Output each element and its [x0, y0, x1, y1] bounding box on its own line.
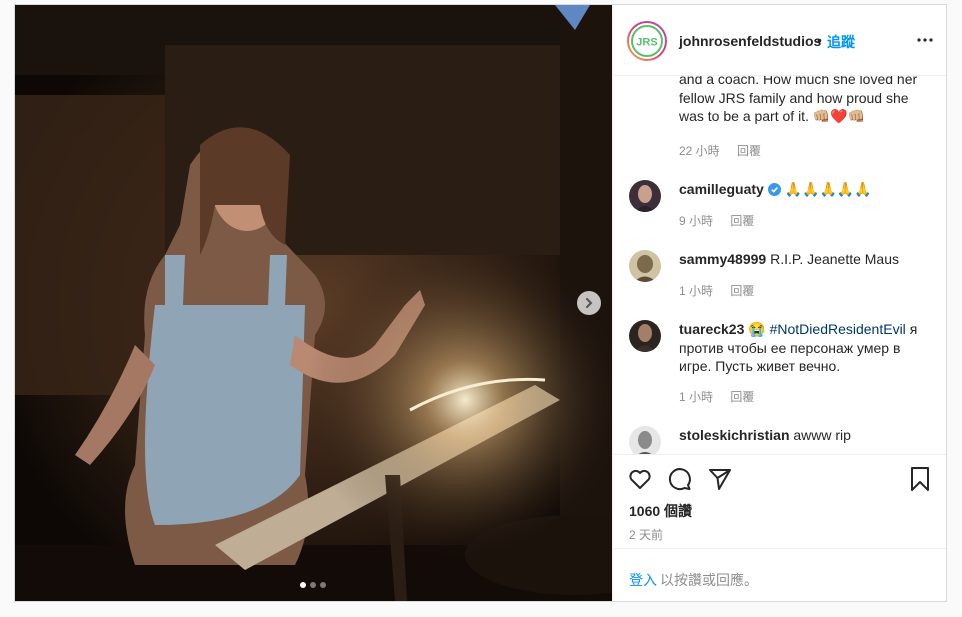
post-header: JRS johnrosenfeldstudios • 追蹤 [613, 5, 946, 76]
follow-button[interactable]: 追蹤 [827, 32, 855, 52]
reply-button[interactable]: 回覆 [730, 214, 754, 228]
hashtag-link[interactable]: #NotDiedResidentEvil [770, 321, 906, 337]
svg-text:JRS: JRS [636, 37, 657, 49]
caption-text: and a coach. How much she loved her fell… [679, 76, 918, 124]
studio-photo [15, 5, 612, 601]
comment-meta: 9 小時 回覆 [679, 212, 768, 229]
caption-meta: 22 小時 回覆 [679, 142, 775, 159]
post-timestamp[interactable]: 2 天前 [629, 526, 663, 543]
comment-meta: 1 小時 回覆 [679, 282, 768, 299]
carousel-dot [320, 582, 326, 588]
comment-username[interactable]: tuareck23 [679, 321, 744, 337]
carousel-next-button[interactable] [577, 291, 601, 315]
comment-body: 🙏🙏🙏🙏🙏 [784, 181, 872, 197]
separator-dot: • [817, 32, 822, 48]
comments-list[interactable]: and a coach. How much she loved her fell… [613, 76, 946, 454]
post-username[interactable]: johnrosenfeldstudios [679, 33, 821, 49]
comment-meta: 1 小時 回覆 [679, 388, 768, 405]
avatar[interactable] [629, 250, 661, 282]
like-count[interactable]: 1060 個讚 [629, 501, 692, 521]
avatar[interactable] [629, 180, 661, 212]
post-side-panel: JRS johnrosenfeldstudios • 追蹤 and a coac… [612, 5, 946, 601]
reply-button[interactable]: 回覆 [730, 284, 754, 298]
post-image[interactable] [15, 5, 612, 601]
verified-badge-icon [767, 183, 781, 196]
post-card: JRS johnrosenfeldstudios • 追蹤 and a coac… [14, 4, 947, 602]
reply-button[interactable]: 回覆 [730, 390, 754, 404]
login-prompt: 登入 以按讚或回應。 [613, 548, 946, 601]
more-icon[interactable] [916, 31, 934, 49]
carousel-dot [310, 582, 316, 588]
login-link[interactable]: 登入 [629, 570, 657, 590]
comment-emoji: 😭 [748, 321, 766, 337]
comment-username[interactable]: sammy48999 [679, 251, 766, 267]
account-avatar[interactable]: JRS [627, 21, 667, 61]
paper-plane-icon[interactable] [707, 466, 733, 492]
comment-time: 1 小時 [679, 390, 714, 404]
comment-time: 9 小時 [679, 214, 714, 228]
carousel-indicator [300, 582, 326, 588]
comment-time: 1 小時 [679, 284, 714, 298]
login-prompt-text: 以按讚或回應。 [660, 572, 758, 588]
comment-text: camilleguaty 🙏🙏🙏🙏🙏 [679, 180, 929, 199]
comment-body: awww rip [793, 427, 851, 443]
comment-text: stoleskichristian awww rip [679, 426, 929, 445]
comment-icon[interactable] [667, 466, 693, 492]
heart-icon[interactable] [627, 466, 653, 492]
jrs-logo-icon: JRS [627, 21, 667, 61]
comment-username[interactable]: stoleskichristian [679, 427, 790, 443]
avatar[interactable] [629, 426, 661, 454]
reply-button[interactable]: 回覆 [737, 144, 761, 158]
comment-text: sammy48999 R.I.P. Jeanette Maus [679, 250, 929, 269]
comment-body: R.I.P. Jeanette Maus [770, 251, 900, 267]
action-bar: 1060 個讚 2 天前 [613, 454, 946, 552]
carousel-dot [300, 582, 306, 588]
comment-username[interactable]: camilleguaty [679, 181, 764, 197]
avatar[interactable] [629, 320, 661, 352]
caption-time: 22 小時 [679, 144, 720, 158]
comment-text: tuareck23 😭 #NotDiedResidentEvil я проти… [679, 320, 929, 376]
chevron-right-icon [586, 298, 593, 308]
bookmark-icon[interactable] [907, 466, 933, 492]
